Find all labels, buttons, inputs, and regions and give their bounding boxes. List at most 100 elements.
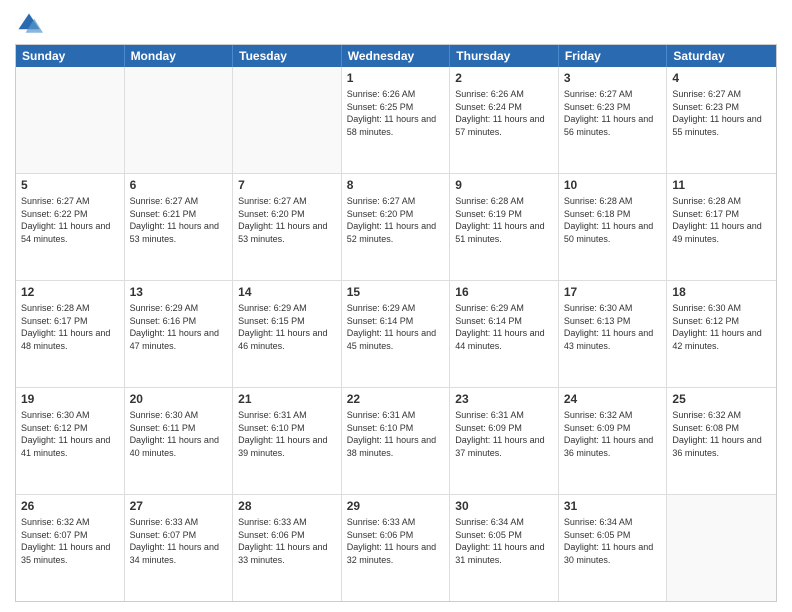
table-row: 8 Sunrise: 6:27 AMSunset: 6:20 PMDaylight… — [342, 174, 451, 280]
day-number: 17 — [564, 284, 662, 300]
day-number: 10 — [564, 177, 662, 193]
cell-info: Sunrise: 6:29 AMSunset: 6:15 PMDaylight:… — [238, 302, 336, 352]
cell-info: Sunrise: 6:28 AMSunset: 6:17 PMDaylight:… — [672, 195, 771, 245]
cell-info: Sunrise: 6:30 AMSunset: 6:11 PMDaylight:… — [130, 409, 228, 459]
header — [15, 10, 777, 38]
table-row: 31Sunrise: 6:34 AMSunset: 6:05 PMDayligh… — [559, 495, 668, 601]
calendar-row: 12 Sunrise: 6:28 AMSunset: 6:17 PMDayligh… — [16, 281, 776, 388]
cell-info: Sunrise: 6:32 AMSunset: 6:07 PMDaylight:… — [21, 516, 119, 566]
cell-info: Sunrise: 6:34 AMSunset: 6:05 PMDaylight:… — [455, 516, 553, 566]
day-number: 16 — [455, 284, 553, 300]
header-cell-friday: Friday — [559, 45, 668, 67]
table-row: 25 Sunrise: 6:32 AMSunset: 6:08 PMDayligh… — [667, 388, 776, 494]
cell-info: Sunrise: 6:30 AMSunset: 6:12 PMDaylight:… — [21, 409, 119, 459]
cell-info: Sunrise: 6:30 AMSunset: 6:13 PMDaylight:… — [564, 302, 662, 352]
day-number: 18 — [672, 284, 771, 300]
cell-info: Sunrise: 6:29 AMSunset: 6:16 PMDaylight:… — [130, 302, 228, 352]
table-row: 5 Sunrise: 6:27 AMSunset: 6:22 PMDaylight… — [16, 174, 125, 280]
cell-info: Sunrise: 6:28 AMSunset: 6:18 PMDaylight:… — [564, 195, 662, 245]
table-row: 22 Sunrise: 6:31 AMSunset: 6:10 PMDayligh… — [342, 388, 451, 494]
table-row: 26 Sunrise: 6:32 AMSunset: 6:07 PMDayligh… — [16, 495, 125, 601]
day-number: 20 — [130, 391, 228, 407]
cell-info: Sunrise: 6:27 AMSunset: 6:22 PMDaylight:… — [21, 195, 119, 245]
day-number: 5 — [21, 177, 119, 193]
calendar: SundayMondayTuesdayWednesdayThursdayFrid… — [15, 44, 777, 602]
calendar-header: SundayMondayTuesdayWednesdayThursdayFrid… — [16, 45, 776, 67]
table-row: 1 Sunrise: 6:26 AMSunset: 6:25 PMDaylight… — [342, 67, 451, 173]
calendar-body: 1 Sunrise: 6:26 AMSunset: 6:25 PMDaylight… — [16, 67, 776, 601]
day-number: 3 — [564, 70, 662, 86]
day-number: 15 — [347, 284, 445, 300]
table-row: 19 Sunrise: 6:30 AMSunset: 6:12 PMDayligh… — [16, 388, 125, 494]
day-number: 29 — [347, 498, 445, 514]
cell-info: Sunrise: 6:27 AMSunset: 6:23 PMDaylight:… — [672, 88, 771, 138]
header-cell-tuesday: Tuesday — [233, 45, 342, 67]
table-row: 15 Sunrise: 6:29 AMSunset: 6:14 PMDayligh… — [342, 281, 451, 387]
day-number: 2 — [455, 70, 553, 86]
cell-info: Sunrise: 6:29 AMSunset: 6:14 PMDaylight:… — [347, 302, 445, 352]
day-number: 6 — [130, 177, 228, 193]
cell-info: Sunrise: 6:33 AMSunset: 6:06 PMDaylight:… — [347, 516, 445, 566]
cell-info: Sunrise: 6:27 AMSunset: 6:21 PMDaylight:… — [130, 195, 228, 245]
table-row — [125, 67, 234, 173]
cell-info: Sunrise: 6:32 AMSunset: 6:09 PMDaylight:… — [564, 409, 662, 459]
day-number: 4 — [672, 70, 771, 86]
day-number: 7 — [238, 177, 336, 193]
cell-info: Sunrise: 6:27 AMSunset: 6:20 PMDaylight:… — [238, 195, 336, 245]
logo — [15, 10, 47, 38]
table-row: 7 Sunrise: 6:27 AMSunset: 6:20 PMDaylight… — [233, 174, 342, 280]
table-row: 17 Sunrise: 6:30 AMSunset: 6:13 PMDayligh… — [559, 281, 668, 387]
table-row: 9Sunrise: 6:28 AMSunset: 6:19 PMDaylight… — [450, 174, 559, 280]
table-row: 6 Sunrise: 6:27 AMSunset: 6:21 PMDaylight… — [125, 174, 234, 280]
table-row: 4 Sunrise: 6:27 AMSunset: 6:23 PMDaylight… — [667, 67, 776, 173]
table-row: 21 Sunrise: 6:31 AMSunset: 6:10 PMDayligh… — [233, 388, 342, 494]
day-number: 23 — [455, 391, 553, 407]
calendar-row: 26 Sunrise: 6:32 AMSunset: 6:07 PMDayligh… — [16, 495, 776, 601]
day-number: 28 — [238, 498, 336, 514]
cell-info: Sunrise: 6:27 AMSunset: 6:23 PMDaylight:… — [564, 88, 662, 138]
table-row: 12 Sunrise: 6:28 AMSunset: 6:17 PMDayligh… — [16, 281, 125, 387]
header-cell-sunday: Sunday — [16, 45, 125, 67]
table-row: 11 Sunrise: 6:28 AMSunset: 6:17 PMDayligh… — [667, 174, 776, 280]
table-row: 28Sunrise: 6:33 AMSunset: 6:06 PMDayligh… — [233, 495, 342, 601]
cell-info: Sunrise: 6:31 AMSunset: 6:09 PMDaylight:… — [455, 409, 553, 459]
calendar-row: 19 Sunrise: 6:30 AMSunset: 6:12 PMDayligh… — [16, 388, 776, 495]
table-row: 27Sunrise: 6:33 AMSunset: 6:07 PMDayligh… — [125, 495, 234, 601]
cell-info: Sunrise: 6:30 AMSunset: 6:12 PMDaylight:… — [672, 302, 771, 352]
header-cell-wednesday: Wednesday — [342, 45, 451, 67]
table-row — [233, 67, 342, 173]
table-row: 13Sunrise: 6:29 AMSunset: 6:16 PMDayligh… — [125, 281, 234, 387]
table-row: 3 Sunrise: 6:27 AMSunset: 6:23 PMDaylight… — [559, 67, 668, 173]
table-row: 24 Sunrise: 6:32 AMSunset: 6:09 PMDayligh… — [559, 388, 668, 494]
day-number: 8 — [347, 177, 445, 193]
table-row — [667, 495, 776, 601]
day-number: 11 — [672, 177, 771, 193]
day-number: 30 — [455, 498, 553, 514]
day-number: 19 — [21, 391, 119, 407]
cell-info: Sunrise: 6:28 AMSunset: 6:17 PMDaylight:… — [21, 302, 119, 352]
table-row: 20 Sunrise: 6:30 AMSunset: 6:11 PMDayligh… — [125, 388, 234, 494]
day-number: 26 — [21, 498, 119, 514]
cell-info: Sunrise: 6:31 AMSunset: 6:10 PMDaylight:… — [238, 409, 336, 459]
day-number: 12 — [21, 284, 119, 300]
table-row: 10 Sunrise: 6:28 AMSunset: 6:18 PMDayligh… — [559, 174, 668, 280]
day-number: 22 — [347, 391, 445, 407]
cell-info: Sunrise: 6:33 AMSunset: 6:07 PMDaylight:… — [130, 516, 228, 566]
day-number: 25 — [672, 391, 771, 407]
cell-info: Sunrise: 6:26 AMSunset: 6:24 PMDaylight:… — [455, 88, 553, 138]
cell-info: Sunrise: 6:32 AMSunset: 6:08 PMDaylight:… — [672, 409, 771, 459]
header-cell-thursday: Thursday — [450, 45, 559, 67]
cell-info: Sunrise: 6:28 AMSunset: 6:19 PMDaylight:… — [455, 195, 553, 245]
cell-info: Sunrise: 6:26 AMSunset: 6:25 PMDaylight:… — [347, 88, 445, 138]
table-row: 29 Sunrise: 6:33 AMSunset: 6:06 PMDayligh… — [342, 495, 451, 601]
cell-info: Sunrise: 6:31 AMSunset: 6:10 PMDaylight:… — [347, 409, 445, 459]
day-number: 21 — [238, 391, 336, 407]
calendar-row: 1 Sunrise: 6:26 AMSunset: 6:25 PMDaylight… — [16, 67, 776, 174]
page: SundayMondayTuesdayWednesdayThursdayFrid… — [0, 0, 792, 612]
day-number: 1 — [347, 70, 445, 86]
day-number: 24 — [564, 391, 662, 407]
table-row: 30 Sunrise: 6:34 AMSunset: 6:05 PMDayligh… — [450, 495, 559, 601]
table-row: 14Sunrise: 6:29 AMSunset: 6:15 PMDayligh… — [233, 281, 342, 387]
cell-info: Sunrise: 6:27 AMSunset: 6:20 PMDaylight:… — [347, 195, 445, 245]
header-cell-saturday: Saturday — [667, 45, 776, 67]
